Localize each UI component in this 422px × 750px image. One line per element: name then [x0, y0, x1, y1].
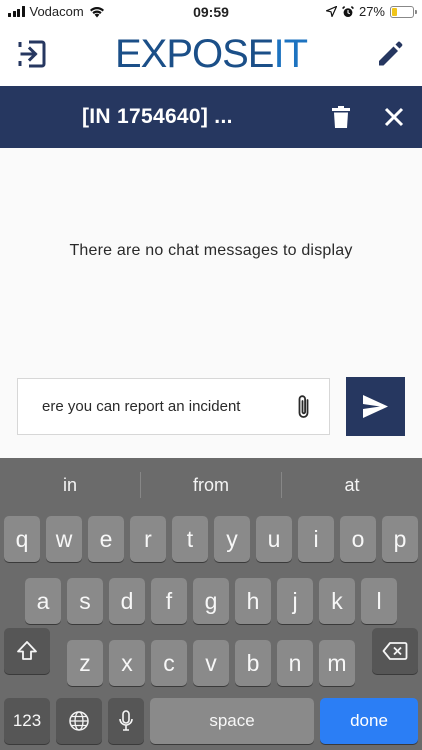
key-u[interactable]: u [256, 516, 292, 562]
conversation-title-bar: [IN 1754640] ... [0, 86, 422, 148]
microphone-icon [119, 710, 133, 731]
key-j[interactable]: j [277, 578, 313, 624]
battery-level [392, 7, 398, 16]
app-logo: EXPOSEIT [0, 32, 422, 77]
send-button[interactable] [346, 377, 405, 436]
status-bar: Vodacom 09:59 27% [0, 0, 422, 24]
key-k[interactable]: k [319, 578, 355, 624]
space-key[interactable]: space [150, 698, 314, 744]
battery-icon [390, 5, 417, 18]
delete-button[interactable] [327, 103, 355, 131]
key-l[interactable]: l [361, 578, 397, 624]
key-v[interactable]: v [193, 640, 229, 686]
send-icon [363, 395, 388, 418]
key-n[interactable]: n [277, 640, 313, 686]
keyboard: in from at qwertyuiop asdfghjkl zxcvbnm … [0, 458, 422, 750]
close-button[interactable] [380, 103, 408, 131]
attach-button[interactable] [290, 392, 318, 422]
app-header: EXPOSEIT [0, 24, 422, 86]
empty-state-message: There are no chat messages to display [69, 242, 353, 259]
key-z[interactable]: z [67, 640, 103, 686]
key-p[interactable]: p [382, 516, 418, 562]
key-b[interactable]: b [235, 640, 271, 686]
message-input-box[interactable] [17, 378, 330, 435]
mic-key[interactable] [108, 698, 144, 744]
key-c[interactable]: c [151, 640, 187, 686]
suggestion-2[interactable]: from [141, 458, 281, 512]
key-h[interactable]: h [235, 578, 271, 624]
done-key[interactable]: done [320, 698, 418, 744]
predictive-bar: in from at [0, 458, 422, 512]
logo-part-ex: EX [114, 32, 167, 76]
alarm-icon [342, 5, 354, 17]
key-r[interactable]: r [130, 516, 166, 562]
status-right: 27% [325, 4, 417, 19]
key-w[interactable]: w [46, 516, 82, 562]
pencil-icon [379, 41, 403, 66]
suggestion-3[interactable]: at [282, 458, 422, 512]
trash-icon [332, 106, 350, 128]
logo-part-it: IT [273, 32, 308, 76]
conversation-title: [IN 1754640] ... [82, 105, 233, 128]
key-y[interactable]: y [214, 516, 250, 562]
key-a[interactable]: a [25, 578, 61, 624]
key-d[interactable]: d [109, 578, 145, 624]
message-input[interactable] [18, 379, 288, 434]
key-x[interactable]: x [109, 640, 145, 686]
logo-part-pose: POSE [166, 32, 274, 76]
location-arrow-icon [325, 6, 337, 17]
suggestion-1[interactable]: in [0, 458, 140, 512]
close-icon [384, 107, 404, 127]
key-e[interactable]: e [88, 516, 124, 562]
chat-area: There are no chat messages to display [0, 148, 422, 458]
shift-key[interactable] [4, 628, 50, 674]
key-f[interactable]: f [151, 578, 187, 624]
globe-icon [69, 711, 89, 731]
numbers-key[interactable]: 123 [4, 698, 50, 744]
key-q[interactable]: q [4, 516, 40, 562]
backspace-icon [382, 642, 408, 660]
key-o[interactable]: o [340, 516, 376, 562]
key-i[interactable]: i [298, 516, 334, 562]
shift-icon [17, 641, 37, 660]
backspace-key[interactable] [372, 628, 418, 674]
key-t[interactable]: t [172, 516, 208, 562]
key-m[interactable]: m [319, 640, 355, 686]
edit-button[interactable] [374, 38, 406, 70]
key-g[interactable]: g [193, 578, 229, 624]
paperclip-icon [298, 395, 309, 418]
key-s[interactable]: s [67, 578, 103, 624]
globe-key[interactable] [56, 698, 102, 744]
battery-percent: 27% [358, 4, 385, 19]
